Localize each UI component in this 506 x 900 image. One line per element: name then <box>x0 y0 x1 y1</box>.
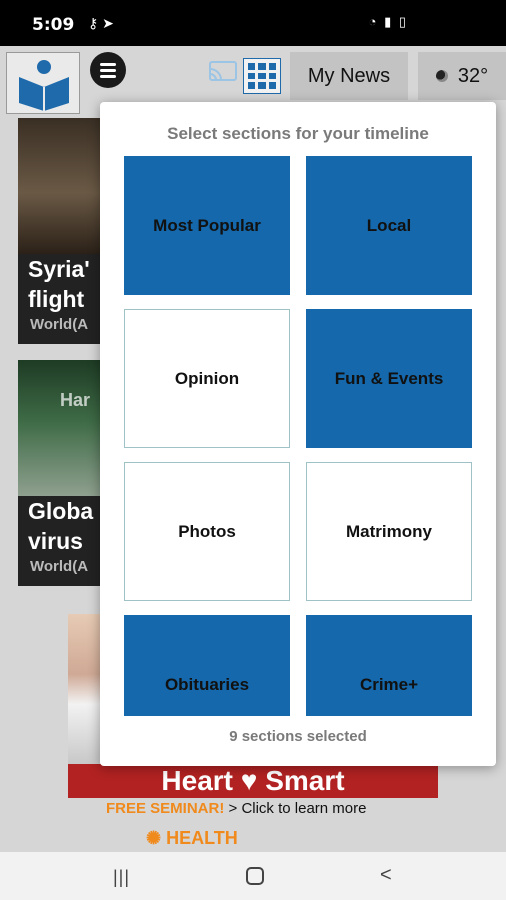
menu-button[interactable] <box>90 52 126 88</box>
news-category: World(A <box>30 558 89 575</box>
section-tile-local[interactable]: Local <box>306 156 472 295</box>
moon-icon <box>435 70 448 82</box>
wifi-icon: ◔ <box>368 14 379 29</box>
news-image-text: Har <box>60 390 91 410</box>
status-right-icons: ◔ ▮ ▯ <box>369 14 408 30</box>
section-tile-opinion[interactable]: Opinion <box>124 309 290 448</box>
section-tile-photos[interactable]: Photos <box>124 462 290 601</box>
reader-logo-icon <box>19 60 69 111</box>
grid-icon <box>248 63 256 70</box>
weather-widget[interactable]: 32° <box>418 52 506 100</box>
system-nav-bar: ||| < <box>0 852 506 900</box>
status-time: 5:09 <box>32 15 75 35</box>
status-bar: 5:09 ⚷ ➤ ◔ ▮ ▯ <box>0 0 506 46</box>
home-icon[interactable] <box>246 867 264 885</box>
section-tile-matrimony[interactable]: Matrimony <box>306 462 472 601</box>
ad-photo <box>68 614 100 764</box>
dialog-title: Select sections for your timeline <box>167 124 429 143</box>
app-bar: My News 32° <box>0 46 506 114</box>
news-image <box>18 360 100 496</box>
my-news-button[interactable]: My News <box>290 52 408 100</box>
news-title: Globa virus <box>28 498 94 554</box>
status-left-icons: ⚷ ➤ <box>88 15 114 32</box>
grid-view-button[interactable] <box>243 58 281 94</box>
ad-seminar-link[interactable]: FREE SEMINAR! > Click to learn more <box>106 800 366 817</box>
section-tile-most-popular[interactable]: Most Popular <box>124 156 290 295</box>
section-tile-fun-events[interactable]: Fun & Events <box>306 309 472 448</box>
news-card[interactable]: Har Globa virus World(A <box>18 360 100 586</box>
key-icon: ⚷ <box>88 15 99 31</box>
recent-apps-icon[interactable]: ||| <box>113 867 130 888</box>
ad-banner: Heart ♥ Smart <box>68 764 438 798</box>
battery-icon: ▯ <box>398 14 408 29</box>
section-grid: Most Popular Local Opinion Fun & Events … <box>124 156 472 716</box>
section-tile-crime[interactable]: Crime+ <box>306 615 472 716</box>
section-selection-dialog: Select sections for your timeline Most P… <box>100 102 496 766</box>
sun-logo-icon: ✺ <box>146 828 162 848</box>
send-icon: ➤ <box>102 15 114 31</box>
ad-brand: ✺ HEALTH <box>146 828 238 848</box>
app-logo[interactable] <box>6 52 80 114</box>
news-title: Syria' flight <box>28 256 90 312</box>
news-category: World(A <box>30 316 89 333</box>
signal-icon: ▮ <box>384 14 394 29</box>
news-image <box>18 118 100 254</box>
section-tile-obituaries[interactable]: Obituaries <box>124 615 290 716</box>
temperature: 32° <box>457 64 489 87</box>
cast-icon[interactable] <box>208 60 238 84</box>
selected-count: 9 sections selected <box>229 728 367 745</box>
back-icon[interactable]: < <box>380 864 392 887</box>
news-card[interactable]: Syria' flight World(A <box>18 118 100 344</box>
